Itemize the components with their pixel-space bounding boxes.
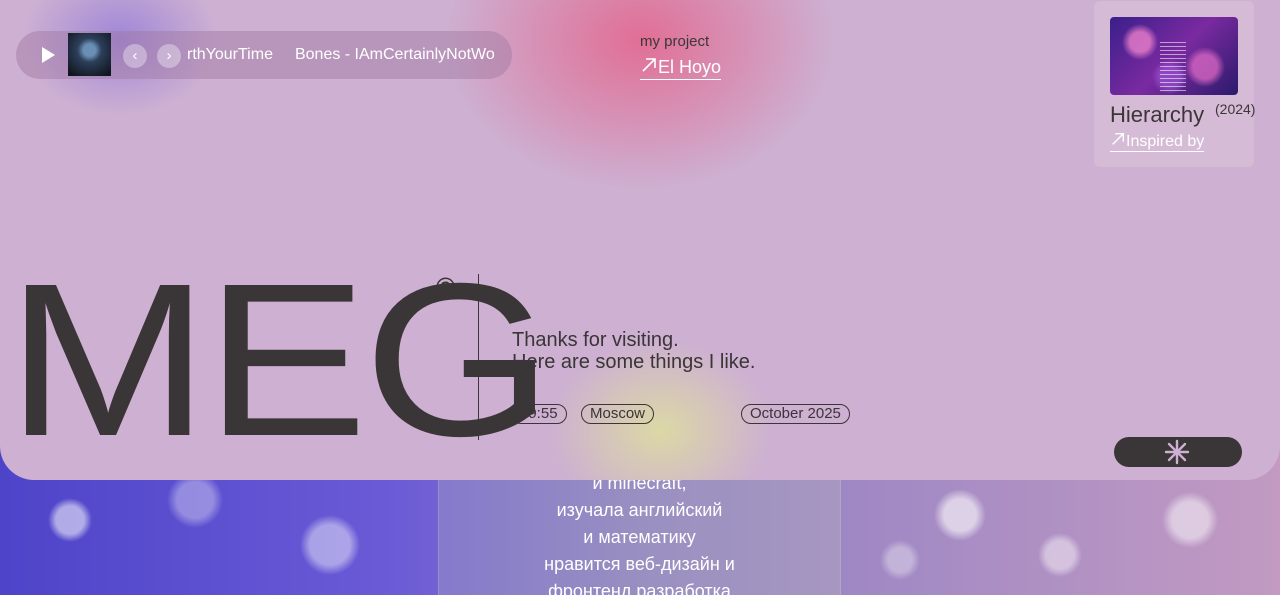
about-text: и minecraft, изучала английский и матема… [438, 470, 841, 595]
track-marquee: rthYourTime Bones - IAmCertainlyNotWo [187, 43, 510, 67]
intro-text: Thanks for visiting. Here are some thing… [512, 329, 755, 373]
about-line: изучала английский [556, 500, 723, 520]
divider [478, 274, 479, 440]
hero-name: MEG [6, 239, 553, 480]
feature-title: Hierarchy [1110, 102, 1205, 127]
hero-card: ‹ › rthYourTime Bones - IAmCertainlyNotWo… [0, 0, 1280, 480]
music-player: ‹ › rthYourTime Bones - IAmCertainlyNotWo [16, 31, 512, 79]
copyright-icon: © [436, 272, 456, 302]
project-link-label: El Hoyo [658, 57, 722, 77]
about-line: нравится веб-дизайн и [544, 554, 735, 574]
date-badge: October 2025 [741, 404, 850, 424]
feature-link[interactable]: Inspired by [1110, 131, 1205, 152]
arrow-up-right-icon [642, 58, 656, 72]
chevron-right-icon[interactable]: › [157, 44, 181, 68]
city-badge: Moscow [581, 404, 655, 424]
about-line: и математику [583, 527, 696, 547]
menu-button[interactable] [1114, 437, 1242, 467]
feature-year: (2024) [1215, 101, 1256, 117]
feature-card[interactable]: Hierarchy (2024) Inspired by [1094, 1, 1256, 167]
play-icon[interactable] [38, 45, 58, 65]
project-label: my project [640, 33, 710, 50]
chevron-left-icon[interactable]: ‹ [123, 44, 147, 68]
intro-line-2: Here are some things I like. [512, 351, 756, 373]
feature-thumbnail [1110, 17, 1238, 95]
album-cover[interactable] [68, 33, 111, 76]
time-badge: 09:55 [511, 404, 567, 424]
track-title-next: Bones - IAmCertainlyNotWo [294, 46, 495, 63]
asterisk-icon [1164, 439, 1190, 465]
project-link[interactable]: El Hoyo [640, 56, 722, 80]
feature-link-label: Inspired by [1126, 133, 1205, 150]
intro-line-1: Thanks for visiting. [512, 329, 679, 351]
about-line: фронтенд разработка [548, 581, 731, 595]
arrow-up-right-icon [1112, 132, 1125, 145]
track-title: rthYourTime [187, 46, 273, 63]
